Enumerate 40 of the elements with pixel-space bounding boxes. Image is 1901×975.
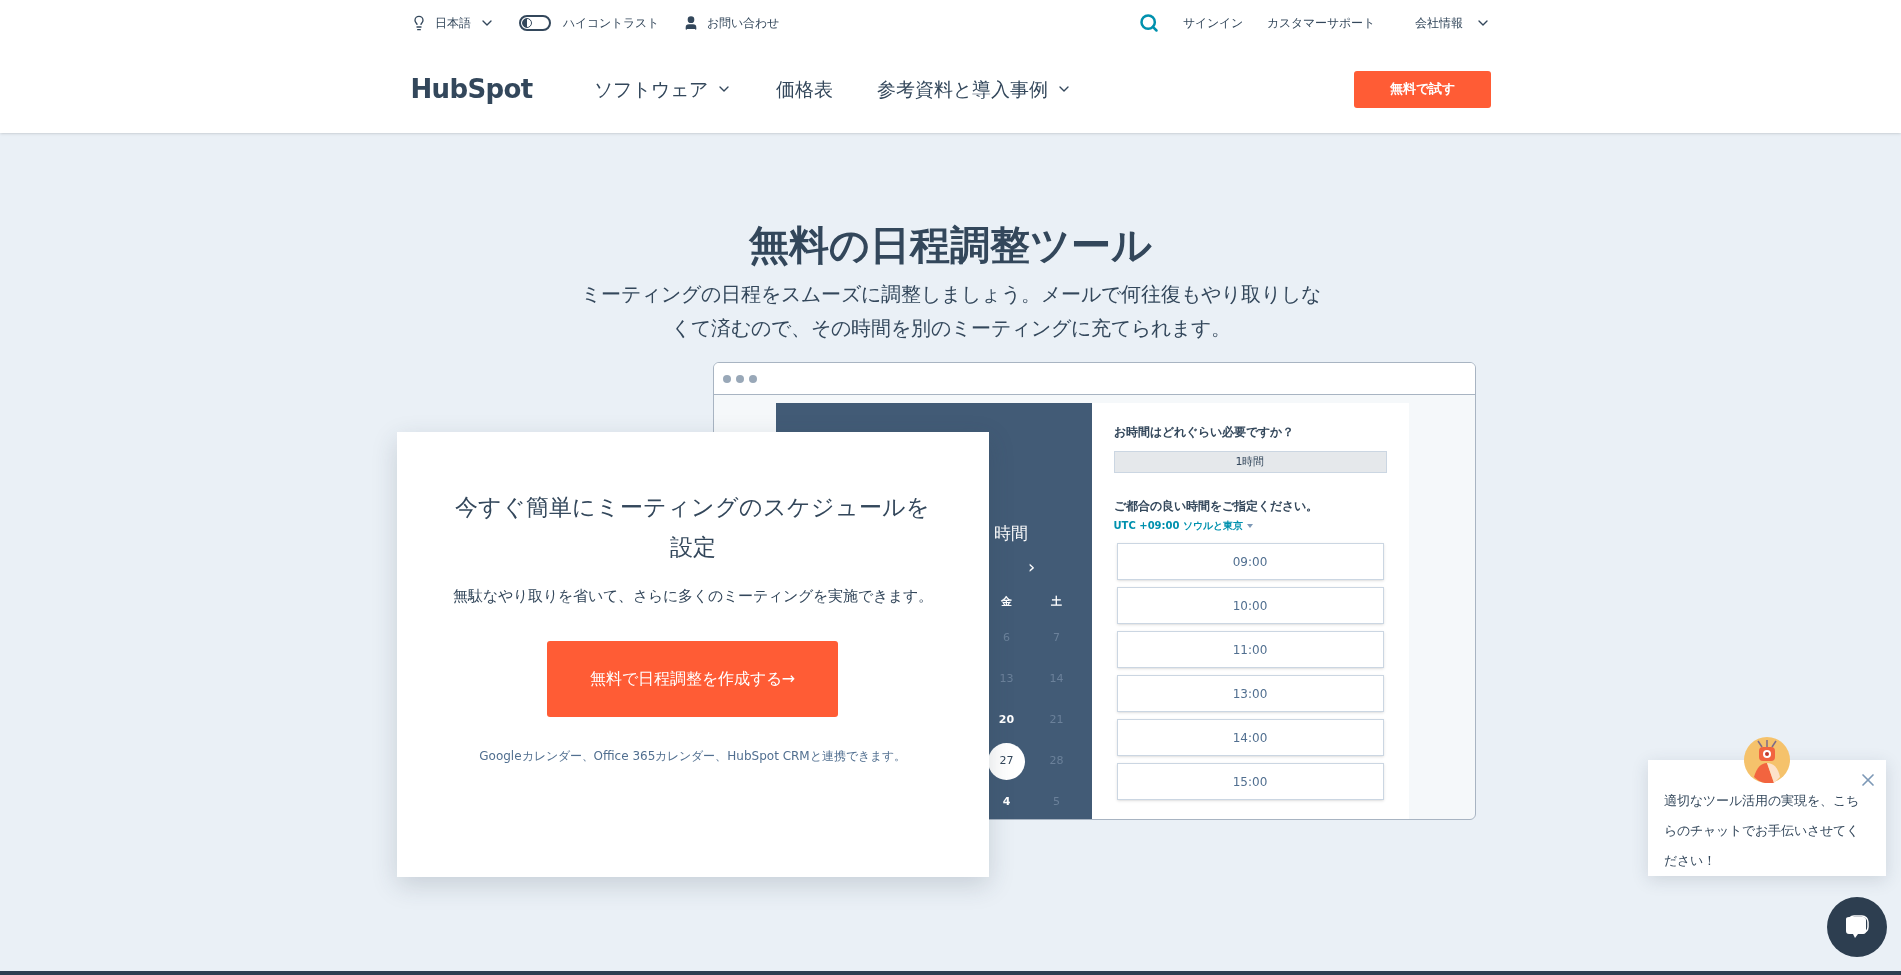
- weekday-label: 土: [1050, 593, 1063, 610]
- create-schedule-button[interactable]: 無料で日程調整を作成する→: [547, 641, 838, 717]
- support-link[interactable]: カスタマーサポート: [1266, 13, 1375, 32]
- time-slot[interactable]: 13:00: [1116, 675, 1384, 712]
- time-slot[interactable]: 14:00: [1116, 719, 1384, 756]
- calendar-day[interactable]: 20: [988, 702, 1025, 739]
- next-month-arrow[interactable]: ›: [1027, 552, 1036, 580]
- card-title: 今すぐ簡単にミーティングのスケジュールを設定: [454, 493, 931, 562]
- language-selector[interactable]: 日本語: [410, 13, 495, 32]
- calendar-heading: 時間: [993, 522, 1028, 545]
- contact-link[interactable]: お問い合わせ: [682, 13, 779, 32]
- duration-question: お時間はどれぐらい必要ですか？: [1113, 424, 1295, 441]
- integration-note: Googleカレンダー、Office 365カレンダー、HubSpot CRMと連携できます。: [479, 748, 906, 765]
- chat-button[interactable]: [1827, 897, 1887, 957]
- nav-menu-item[interactable]: 参考資料と導入事例: [876, 74, 1072, 104]
- hubspot-logo[interactable]: HubSpot: [410, 69, 594, 109]
- time-slot[interactable]: 09:00: [1116, 543, 1384, 580]
- nav-menu-item[interactable]: ソフトウェア: [593, 74, 732, 104]
- calendar-day[interactable]: 4: [988, 784, 1025, 819]
- high-contrast-toggle[interactable]: [518, 14, 551, 31]
- nav-menu-item[interactable]: 価格表: [775, 74, 833, 104]
- toggle-knob: [521, 17, 532, 28]
- page-subtitle: ミーティングの日程をスムーズに調整しましょう。メールで何往復もやり取りしなくて済むので、その時間を別のミーティングに充てられます。: [580, 281, 1321, 342]
- timezone-selector[interactable]: UTC +09:00 ソウルと東京: [1113, 518, 1253, 533]
- time-slot[interactable]: 11:00: [1116, 631, 1384, 668]
- time-slot[interactable]: 10:00: [1116, 587, 1384, 624]
- page-title: 無料の日程調整ツール: [749, 225, 1152, 265]
- calendar-day[interactable]: 27: [988, 743, 1025, 780]
- duration-field[interactable]: 1時間: [1113, 451, 1387, 473]
- time-question: ご都合の良い時間をご指定ください。: [1113, 498, 1319, 515]
- time-slot[interactable]: 15:00: [1116, 763, 1384, 800]
- chat-message: 適切なツール活用の実現を、こちらのチャットでお手伝いさせてください！: [1664, 792, 1860, 870]
- free-trial-button[interactable]: 無料で試す: [1353, 70, 1491, 108]
- weekday-label: 金: [1000, 593, 1013, 610]
- high-contrast-label: ハイコントラスト: [562, 14, 659, 32]
- search-icon[interactable]: [1138, 12, 1159, 33]
- card-description: 無駄なやり取りを省いて、さらに多くのミーティングを実施できます。: [452, 586, 933, 607]
- sign-in-link[interactable]: サインイン: [1182, 13, 1243, 32]
- caret-icon: [1246, 523, 1253, 528]
- company-menu[interactable]: 会社情報: [1414, 13, 1491, 32]
